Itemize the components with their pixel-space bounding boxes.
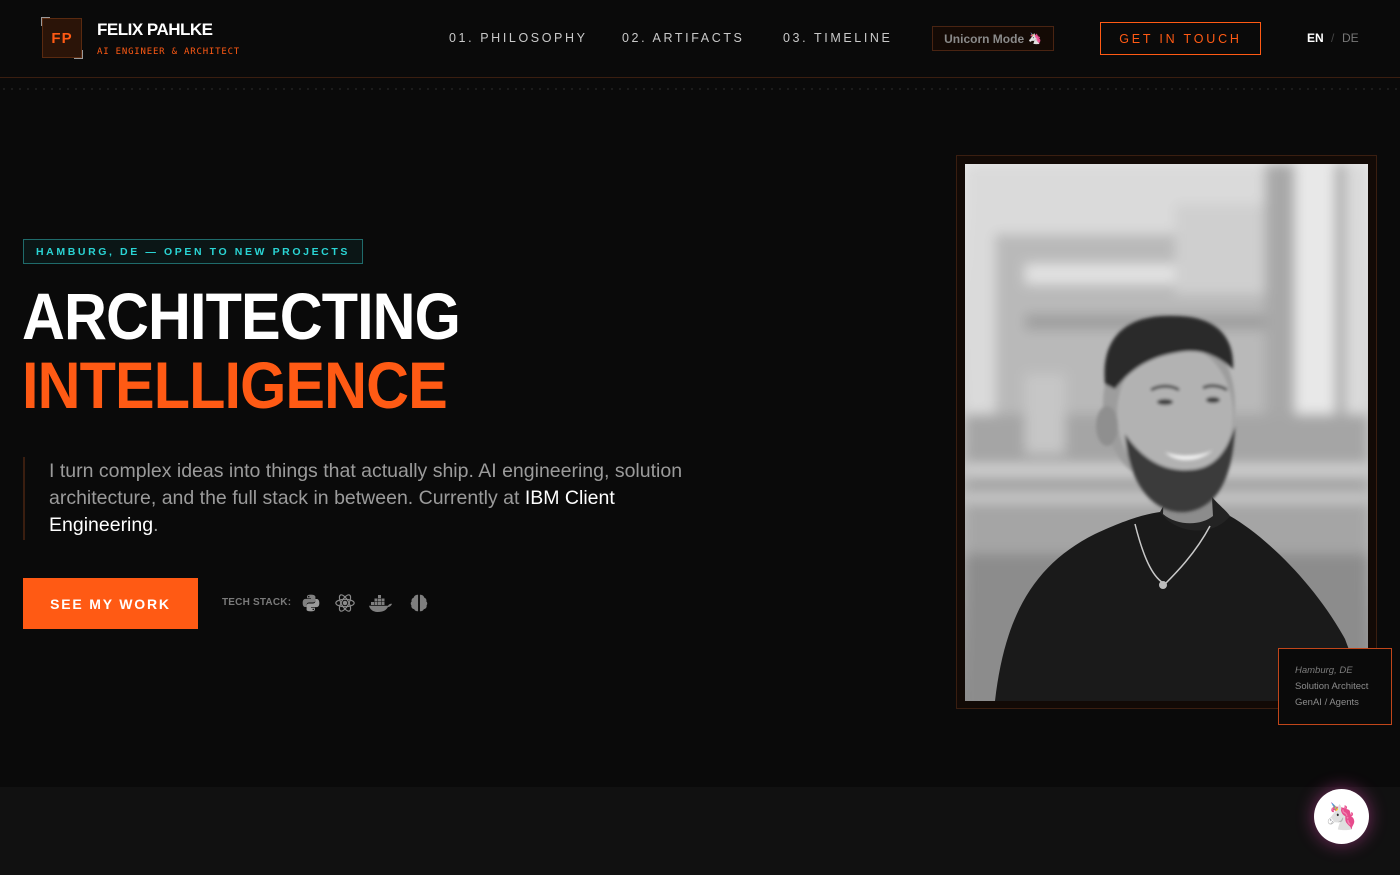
lang-en-toggle[interactable]: EN bbox=[1307, 31, 1324, 45]
dotted-divider bbox=[0, 86, 1400, 92]
brain-icon bbox=[406, 590, 432, 616]
python-icon bbox=[298, 590, 324, 616]
react-icon bbox=[332, 590, 358, 616]
hero-title-line2: INTELLIGENCE bbox=[22, 348, 448, 422]
see-my-work-button[interactable]: SEE MY WORK bbox=[23, 578, 198, 629]
portrait-photo bbox=[965, 164, 1368, 701]
docker-icon bbox=[368, 590, 394, 616]
site-header: FP FELIX PAHLKE AI ENGINEER & ARCHITECT … bbox=[0, 0, 1400, 78]
nav-link-timeline[interactable]: 03. TIMELINE bbox=[783, 31, 892, 45]
caption-focus: GenAI / Agents bbox=[1295, 697, 1359, 708]
caption-role: Solution Architect bbox=[1295, 681, 1369, 692]
brand-name[interactable]: FELIX PAHLKE bbox=[97, 20, 213, 40]
lang-separator: / bbox=[1331, 31, 1335, 45]
intro-accent-rule bbox=[23, 457, 25, 540]
unicorn-mode-button[interactable]: Unicorn Mode 🦄 bbox=[932, 26, 1054, 51]
portrait-illustration bbox=[965, 164, 1368, 701]
nav-link-philosophy[interactable]: 01. PHILOSOPHY bbox=[449, 31, 588, 45]
unicorn-fab-button[interactable]: 🦄 bbox=[1314, 789, 1369, 844]
unicorn-mode-label: Unicorn Mode bbox=[944, 31, 1025, 46]
caption-location: Hamburg, DE bbox=[1295, 665, 1353, 676]
tech-stack-label: TECH STACK: bbox=[222, 597, 292, 608]
next-section bbox=[0, 787, 1400, 875]
intro-end: . bbox=[153, 514, 159, 536]
nav-link-artifacts[interactable]: 02. ARTIFACTS bbox=[622, 31, 745, 45]
logo[interactable]: FP bbox=[41, 17, 83, 59]
lang-de-toggle[interactable]: DE bbox=[1342, 31, 1359, 45]
unicorn-icon: 🦄 bbox=[1325, 801, 1358, 831]
brand-subtitle: AI ENGINEER & ARCHITECT bbox=[97, 47, 241, 57]
logo-initials: FP bbox=[51, 29, 73, 47]
unicorn-icon: 🦄 bbox=[1028, 33, 1042, 45]
hero-title-line1: ARCHITECTING bbox=[22, 279, 461, 353]
get-in-touch-button[interactable]: GET IN TOUCH bbox=[1100, 22, 1261, 55]
hero-intro: I turn complex ideas into things that ac… bbox=[49, 458, 689, 539]
location-badge: HAMBURG, DE — OPEN TO NEW PROJECTS bbox=[23, 239, 363, 264]
portrait-caption-card: Hamburg, DE Solution Architect GenAI / A… bbox=[1278, 648, 1392, 725]
